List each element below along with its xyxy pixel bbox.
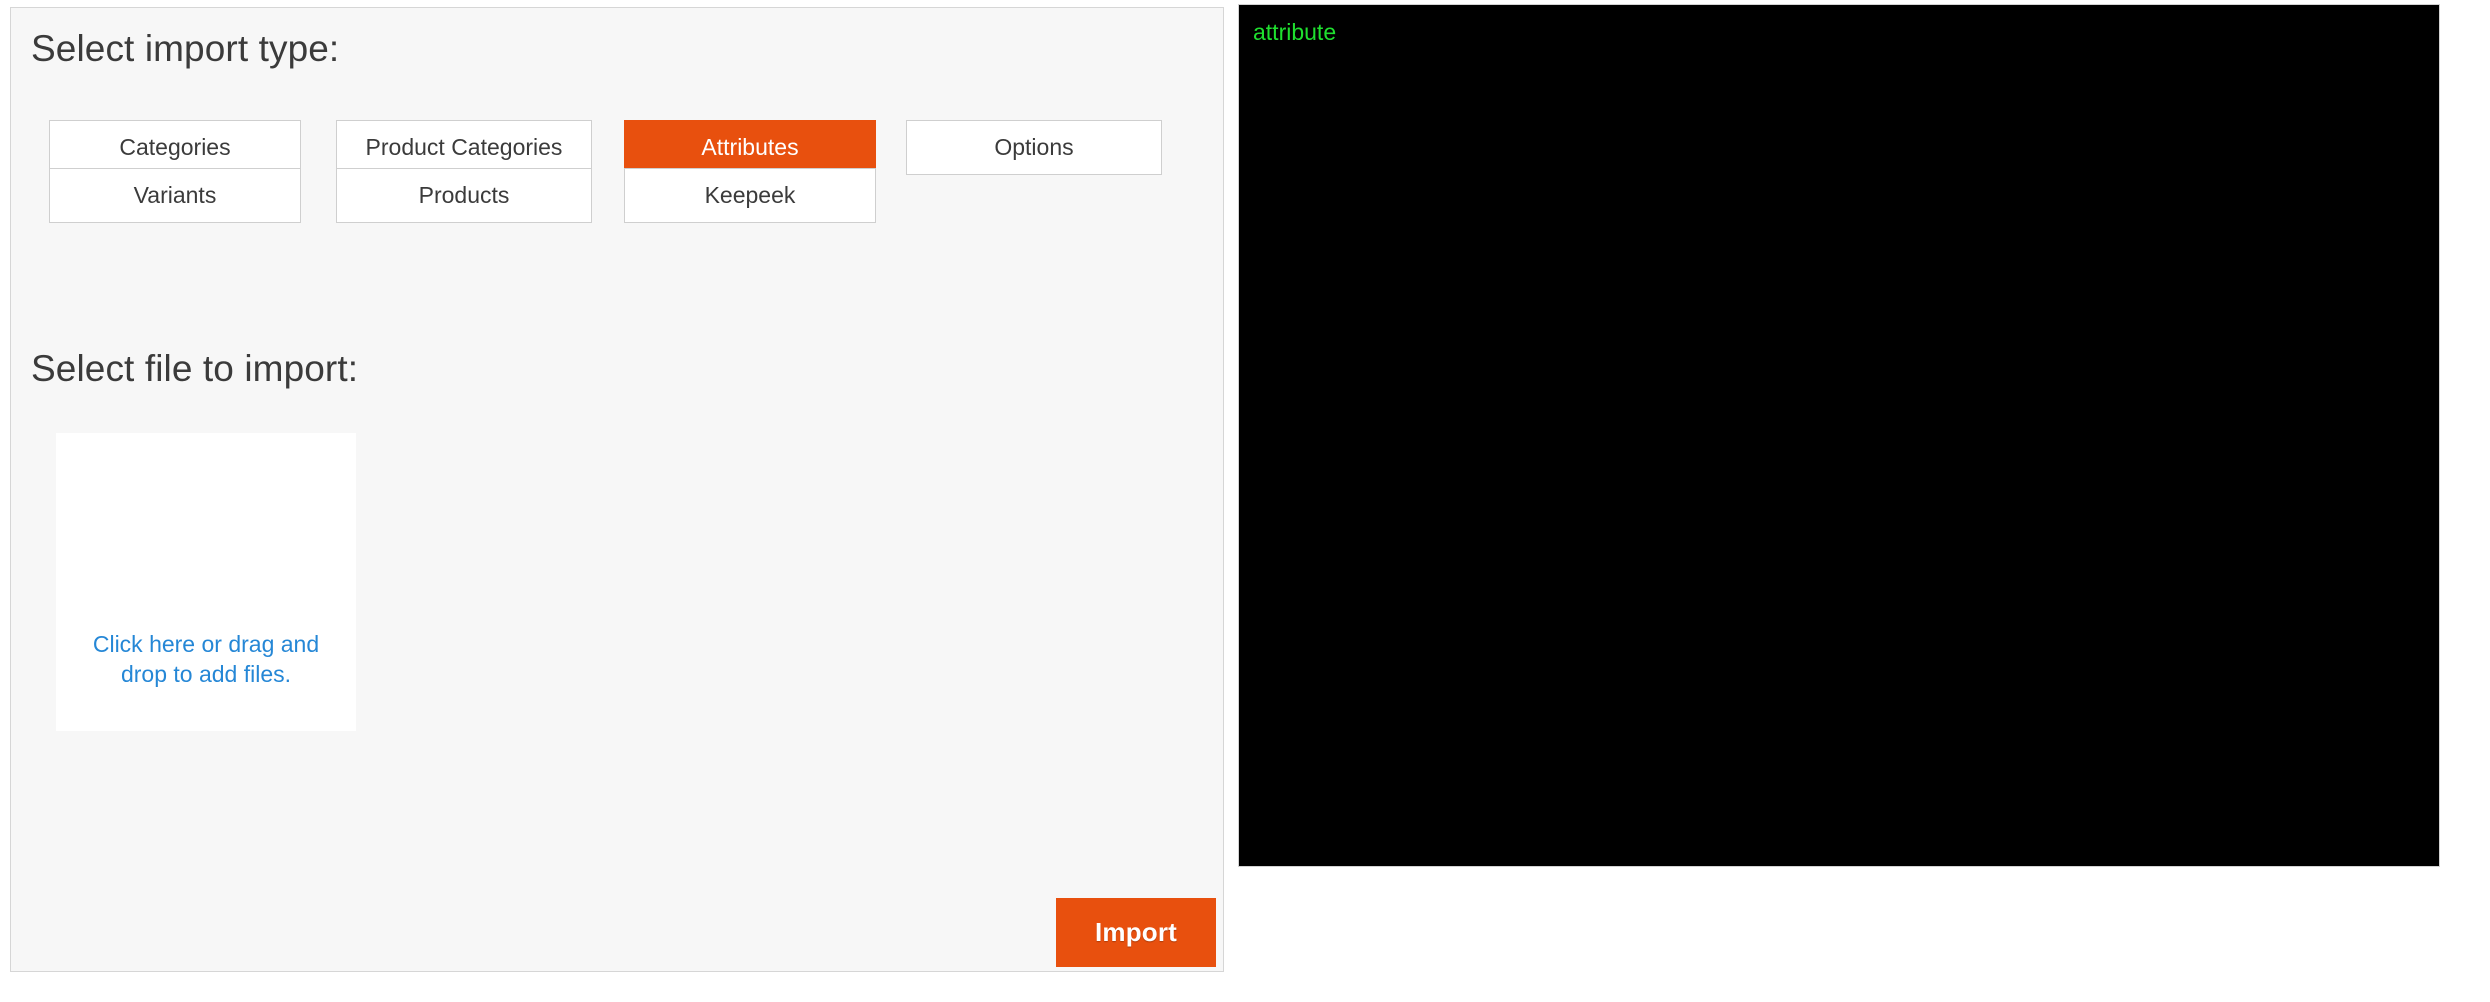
import-type-button-product-categories[interactable]: Product Categories (336, 120, 592, 175)
import-type-button-keepeek[interactable]: Keepeek (624, 168, 876, 223)
select-file-heading: Select file to import: (31, 348, 359, 389)
file-dropzone[interactable]: Click here or drag and drop to add files… (56, 433, 356, 731)
import-type-button-products[interactable]: Products (336, 168, 592, 223)
import-type-button-attributes[interactable]: Attributes (624, 120, 876, 175)
import-type-button-options[interactable]: Options (906, 120, 1162, 175)
import-button[interactable]: Import (1056, 898, 1216, 967)
console-output-text: attribute (1253, 19, 1337, 45)
import-type-button-variants[interactable]: Variants (49, 168, 301, 223)
import-panel: Select import type: Categories Product C… (10, 7, 1224, 972)
import-type-button-categories[interactable]: Categories (49, 120, 301, 175)
console-output-panel: attribute (1238, 4, 2440, 867)
file-dropzone-label[interactable]: Click here or drag and drop to add files… (56, 629, 356, 689)
